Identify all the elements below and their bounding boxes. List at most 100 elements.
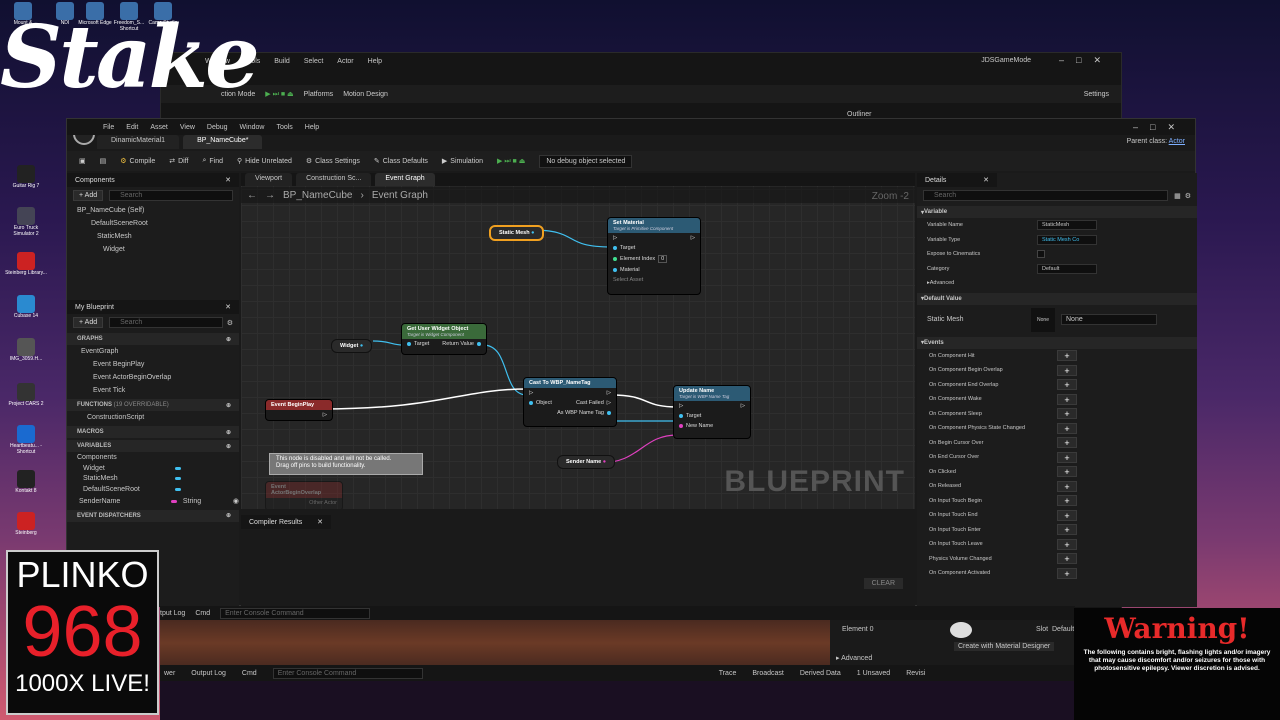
add-event-button[interactable]: + (1057, 466, 1077, 478)
menu-build[interactable]: Build (274, 58, 290, 65)
menu-debug[interactable]: Debug (207, 124, 228, 131)
components-tab[interactable]: Components ✕ (67, 173, 239, 187)
close-icon[interactable]: ✕ (317, 518, 323, 526)
variable-item[interactable]: DefaultSceneRoot (67, 484, 239, 495)
add-event-button[interactable]: + (1057, 480, 1077, 492)
debug-object-select[interactable]: No debug object selected (539, 154, 633, 168)
window-controls[interactable]: –□✕ (1059, 55, 1113, 66)
close-icon[interactable]: ✕ (983, 176, 989, 184)
desktop-icon[interactable]: Guitar Rig 7 (5, 165, 47, 190)
console-input[interactable]: Enter Console Command (220, 607, 371, 619)
class-settings-button[interactable]: ⚙ Class Settings (306, 157, 360, 166)
eye-icon[interactable]: ◉ (233, 497, 239, 505)
pin-element-index[interactable]: Element Index 0 (608, 253, 700, 265)
components-search-input[interactable]: Search (109, 190, 233, 201)
desktop-icon[interactable]: Cubase 14 (5, 295, 47, 320)
advanced-toggle[interactable]: ▸ Advanced (836, 654, 872, 662)
output-log-button[interactable]: Output Log (191, 670, 226, 677)
add-event-button[interactable]: + (1057, 451, 1077, 463)
add-member-button[interactable]: + Add (73, 317, 104, 328)
component-item[interactable]: StaticMesh (67, 230, 239, 243)
tab-bp-namecube[interactable]: BP_NameCube* (183, 135, 263, 149)
outliner-tab[interactable]: Outliner (847, 111, 872, 118)
cmd-select[interactable]: Cmd (242, 670, 257, 677)
add-event-button[interactable]: + (1057, 538, 1077, 550)
static-mesh-select[interactable]: None (1061, 314, 1157, 325)
my-blueprint-tab[interactable]: My Blueprint ✕ (67, 300, 239, 314)
cast-to-wbp-nametag-node[interactable]: Cast To WBP_NameTag ▷ ▷ Object Cast Failed… (523, 377, 617, 427)
details-tab[interactable]: Details ✕ (917, 173, 997, 187)
compile-button[interactable]: ⚙ Compile (120, 157, 155, 166)
add-icon[interactable]: ⊕ (226, 443, 231, 450)
static-mesh-variable-node[interactable]: Static Mesh ● (489, 225, 545, 241)
save-icon[interactable]: ▣ (79, 157, 86, 165)
close-icon[interactable]: ✕ (225, 176, 231, 184)
add-event-button[interactable]: + (1057, 422, 1077, 434)
add-event-button[interactable]: + (1057, 408, 1077, 420)
clear-button[interactable]: CLEAR (863, 578, 903, 589)
variable-item[interactable]: StaticMesh (67, 474, 239, 485)
variable-section[interactable]: ▾ Variable (917, 206, 1197, 218)
desktop-icon[interactable]: Heartbeatu... - Shortcut (5, 425, 47, 455)
advanced-toggle[interactable]: ▸ Advanced (917, 276, 1197, 291)
revision-control-button[interactable]: Revisi (906, 670, 925, 677)
tab-dinamic-material[interactable]: DinamicMaterial1 (97, 135, 180, 149)
parent-class-link[interactable]: Actor (1169, 138, 1185, 145)
event-dispatchers-section[interactable]: EVENT DISPATCHERS ⊕ (67, 509, 239, 522)
menu-window[interactable]: Window (240, 124, 265, 131)
menu-select[interactable]: Select (304, 58, 323, 65)
settings-button[interactable]: Settings (1084, 91, 1109, 98)
sender-name-variable-node[interactable]: Sender Name ● (557, 455, 616, 469)
add-event-button[interactable]: + (1057, 524, 1077, 536)
hide-unrelated-button[interactable]: ⚲ Hide Unrelated (237, 157, 292, 166)
widget-variable-node[interactable]: Widget ● (331, 339, 373, 353)
add-event-button[interactable]: + (1057, 495, 1077, 507)
material-asset-select[interactable]: Select Asset (608, 275, 700, 285)
variable-type-select[interactable]: Static Mesh Co (1037, 234, 1097, 245)
variable-category[interactable]: Components (67, 452, 239, 463)
broadcast-button[interactable]: Broadcast (752, 670, 784, 677)
add-event-button[interactable]: + (1057, 437, 1077, 449)
add-icon[interactable]: ⊕ (226, 402, 231, 409)
desktop-icon[interactable]: Euro Truck Simulator 2 (5, 207, 47, 237)
menu-help[interactable]: Help (368, 58, 382, 65)
add-event-button[interactable]: + (1057, 553, 1077, 565)
add-event-button[interactable]: + (1057, 567, 1077, 579)
class-defaults-button[interactable]: ✎ Class Defaults (374, 157, 428, 166)
pin-target[interactable]: Target (608, 243, 700, 253)
variable-item[interactable]: Widget (67, 463, 239, 474)
window-controls[interactable]: –□✕ (1133, 122, 1187, 133)
simulation-button[interactable]: ▶ Simulation (442, 157, 483, 166)
gear-icon[interactable]: ⚙ (1185, 192, 1191, 200)
output-log-tab[interactable]: tput Log (160, 610, 185, 617)
menu-asset[interactable]: Asset (150, 124, 168, 131)
grid-icon[interactable]: ▦ (1174, 192, 1181, 200)
gear-icon[interactable]: ⚙ (227, 319, 233, 327)
add-event-button[interactable]: + (1057, 509, 1077, 521)
macros-section[interactable]: MACROS ⊕ (67, 426, 239, 438)
compiler-results-tab[interactable]: Compiler Results ✕ (241, 515, 331, 529)
disabled-event-node[interactable]: Event ActorBeginOverlap Other Actor (265, 481, 343, 509)
add-icon[interactable]: ⊕ (226, 336, 231, 343)
desktop-icon[interactable]: Project CARS 2 (5, 383, 47, 408)
create-material-designer-button[interactable]: Create with Material Designer (954, 642, 1055, 651)
category-select[interactable]: Default (1037, 263, 1097, 274)
trace-button[interactable]: Trace (719, 670, 737, 677)
my-blueprint-search-input[interactable]: Search (109, 317, 223, 328)
graph-item[interactable]: EventGraph (67, 345, 239, 358)
update-name-node[interactable]: Update Name Target is WBP Name Tag ▷ ▷ Tar… (673, 385, 751, 439)
set-material-node[interactable]: Set Material Target is Primitive Componen… (607, 217, 701, 295)
browse-icon[interactable]: ▤ (100, 157, 107, 165)
default-value-section[interactable]: ▾ Default Value (917, 292, 1197, 305)
platforms-button[interactable]: Platforms (304, 91, 334, 98)
add-event-button[interactable]: + (1057, 379, 1077, 391)
graph-item[interactable]: Event Tick (67, 384, 239, 397)
desktop-icon[interactable]: Steinberg Library... (5, 252, 47, 277)
functions-section[interactable]: FUNCTIONS (19 OVERRIDABLE) ⊕ (67, 399, 239, 411)
menu-view[interactable]: View (180, 124, 195, 131)
derived-data-button[interactable]: Derived Data (800, 670, 841, 677)
desktop-icon[interactable]: Steinberg (5, 512, 47, 537)
events-section[interactable]: ▾ Events (917, 336, 1197, 349)
close-icon[interactable]: ✕ (225, 303, 231, 311)
function-item[interactable]: ConstructionScript (67, 411, 239, 424)
